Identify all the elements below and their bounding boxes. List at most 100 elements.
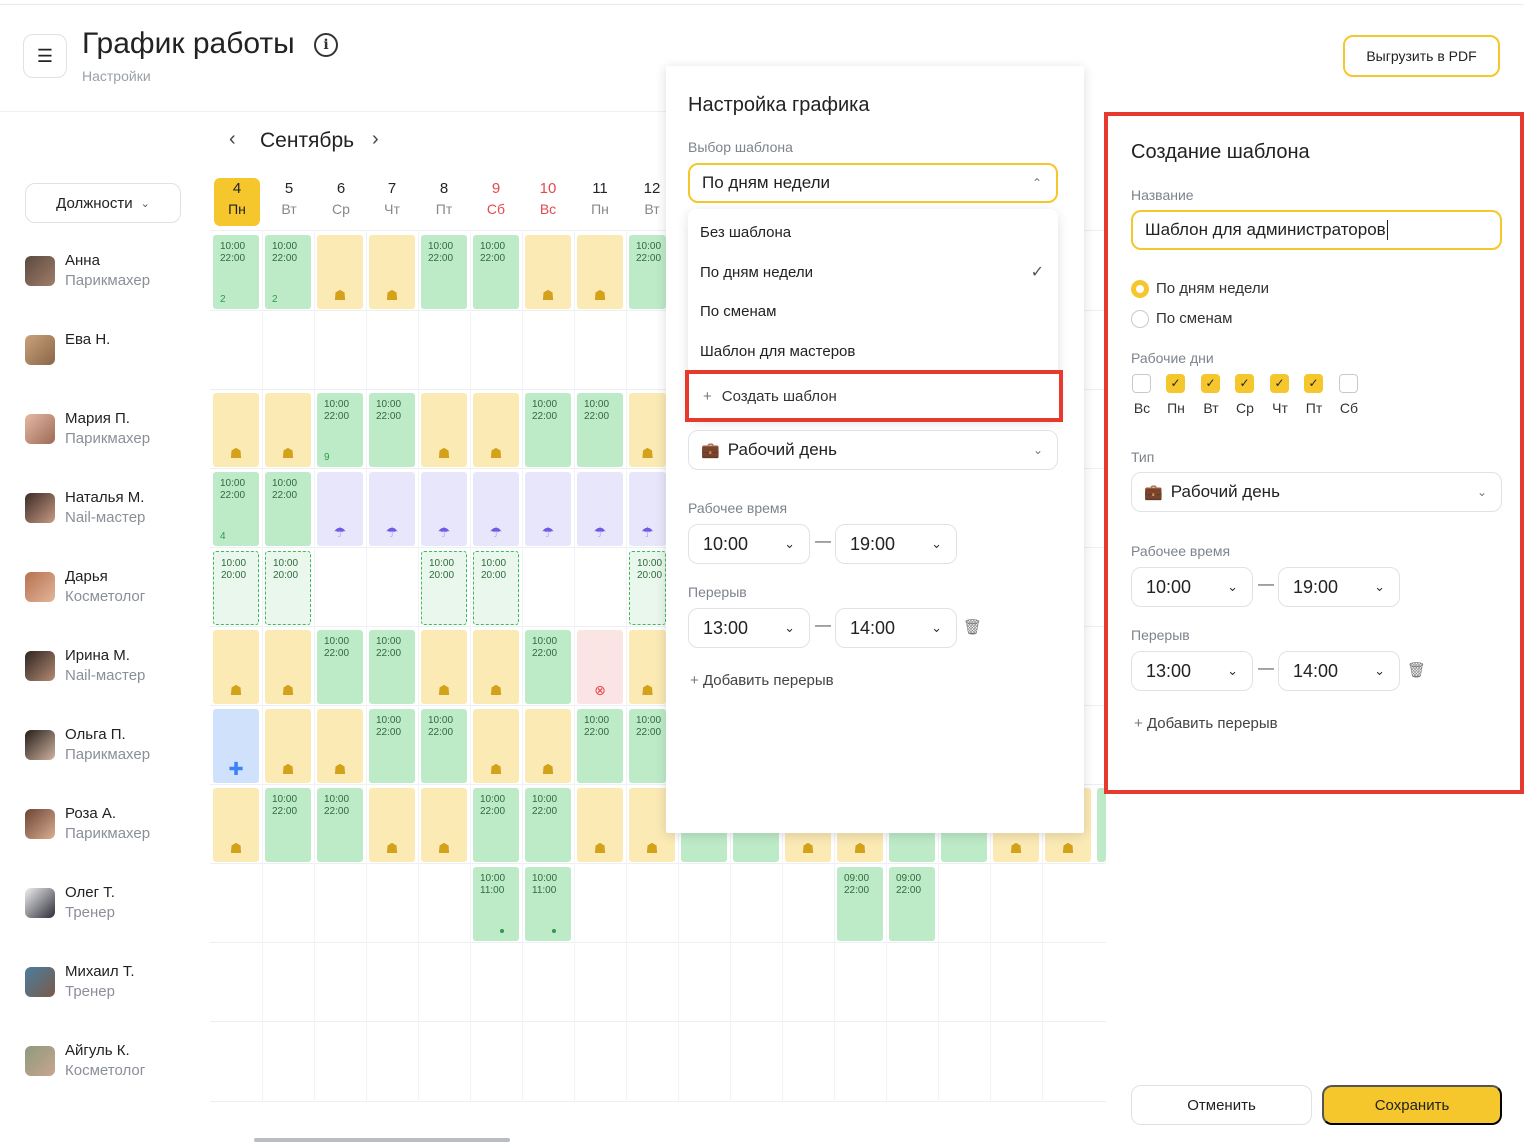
create-template-option[interactable]: + Создать шаблон xyxy=(685,370,1063,422)
work-start-select[interactable]: 10:00 ⌄ xyxy=(688,524,810,564)
planned-shift-cell[interactable]: 10:00 20:00 xyxy=(421,551,467,625)
shift-cell[interactable]: 10:00 22:00 xyxy=(525,630,571,704)
shift-cell[interactable]: 10:00 22:00 xyxy=(317,630,363,704)
info-icon[interactable]: i xyxy=(314,33,338,57)
shift-cell[interactable]: 09:00 22:00 xyxy=(889,867,935,941)
dropdown-option[interactable]: По дням недели xyxy=(700,264,813,281)
employee-row-header[interactable]: Михаил Т. Тренер xyxy=(25,953,205,1013)
day-off-cell[interactable]: ☗ xyxy=(473,393,519,467)
day-off-cell[interactable]: ☗ xyxy=(265,630,311,704)
day-off-cell[interactable]: ☗ xyxy=(525,709,571,783)
save-button[interactable]: Сохранить xyxy=(1322,1085,1502,1125)
shift-cell[interactable]: 10:00 22:00 xyxy=(265,788,311,862)
day-header[interactable]: 11 Пн xyxy=(577,178,623,226)
day-header[interactable]: 5 Вт xyxy=(266,178,312,226)
employee-row-header[interactable]: Айгуль К. Косметолог xyxy=(25,1032,205,1092)
planned-shift-cell[interactable]: 10:00 20:00 xyxy=(265,551,311,625)
cancel-button[interactable]: Отменить xyxy=(1131,1085,1312,1125)
employee-row-header[interactable]: Анна Парикмахер xyxy=(25,242,205,302)
employee-row-header[interactable]: Ева Н. xyxy=(25,321,205,381)
menu-button[interactable]: ☰ xyxy=(23,34,67,78)
shift-cell[interactable]: 10:00 22:00 xyxy=(629,709,666,783)
break-start-select[interactable]: 13:00 ⌄ xyxy=(688,608,810,648)
day-off-cell[interactable]: ☗ xyxy=(421,393,467,467)
day-off-cell[interactable]: ☗ xyxy=(421,630,467,704)
shift-cell[interactable]: 10:00 11:00 xyxy=(525,867,571,941)
employee-row-header[interactable]: Мария П. Парикмахер xyxy=(25,400,205,460)
day-off-cell[interactable]: ☗ xyxy=(629,630,666,704)
day-off-cell[interactable]: ☗ xyxy=(473,630,519,704)
employee-row-header[interactable]: Ирина М. Nail-мастер xyxy=(25,637,205,697)
planned-shift-cell[interactable]: 10:00 20:00 xyxy=(629,551,666,625)
day-off-cell[interactable]: ☗ xyxy=(577,788,623,862)
template-select[interactable]: По дням недели ⌃ xyxy=(688,163,1058,203)
shift-cell[interactable]: 10:00 22:00 2 xyxy=(265,235,311,309)
day-off-cell[interactable]: ☗ xyxy=(473,709,519,783)
employee-row-header[interactable]: Дарья Косметолог xyxy=(25,558,205,618)
breadcrumb[interactable]: Настройки xyxy=(82,68,151,84)
shift-cell[interactable]: 09:00 22:00 xyxy=(837,867,883,941)
shift-cell[interactable]: 10:00 22:00 xyxy=(473,235,519,309)
export-pdf-button[interactable]: Выгрузить в PDF xyxy=(1343,35,1500,77)
day-off-cell[interactable]: ☗ xyxy=(213,630,259,704)
day-off-cell[interactable]: ☗ xyxy=(317,709,363,783)
day-header[interactable]: 10 Вс xyxy=(525,178,571,226)
shift-cell[interactable]: 10:00 11:00 xyxy=(473,867,519,941)
shift-cell[interactable]: 10:00 22:00 xyxy=(369,709,415,783)
shift-cell[interactable]: 10:00 22:00 xyxy=(369,630,415,704)
vacation-cell[interactable]: ☂ xyxy=(421,472,467,546)
day-header[interactable]: 4 Пн xyxy=(214,178,260,226)
day-off-cell[interactable]: ☗ xyxy=(525,235,571,309)
trash-icon[interactable]: 🗑 xyxy=(963,618,982,636)
shift-cell[interactable]: 10:00 22:00 xyxy=(525,788,571,862)
day-off-cell[interactable]: ☗ xyxy=(265,709,311,783)
shift-cell[interactable]: 10:00 22:00 xyxy=(473,788,519,862)
day-type-select[interactable]: 💼 Рабочий день ⌄ xyxy=(688,430,1058,470)
day-header[interactable]: 7 Чт xyxy=(369,178,415,226)
work-end-select[interactable]: 19:00 ⌄ xyxy=(835,524,957,564)
sick-leave-cell[interactable]: ✚ xyxy=(213,709,259,783)
horizontal-scrollbar[interactable] xyxy=(254,1138,510,1142)
shift-cell[interactable]: 10:00 22:00 4 xyxy=(213,472,259,546)
positions-filter[interactable]: Должности ⌄ xyxy=(25,183,181,223)
add-break-button[interactable]: + Добавить перерыв xyxy=(690,672,834,689)
day-off-cell[interactable]: ☗ xyxy=(577,235,623,309)
shift-cell[interactable] xyxy=(1097,788,1106,862)
day-off-cell[interactable]: ☗ xyxy=(629,393,666,467)
employee-row-header[interactable]: Роза А. Парикмахер xyxy=(25,795,205,855)
break-end-select[interactable]: 14:00 ⌄ xyxy=(835,608,957,648)
shift-cell[interactable]: 10:00 22:00 xyxy=(421,709,467,783)
next-month-icon[interactable]: › xyxy=(372,128,379,151)
shift-cell[interactable]: 10:00 22:00 2 xyxy=(213,235,259,309)
day-header[interactable]: 6 Ср xyxy=(318,178,364,226)
day-header[interactable]: 9 Сб xyxy=(473,178,519,226)
shift-cell[interactable]: 10:00 22:00 xyxy=(317,788,363,862)
absence-cell[interactable]: ⊗ xyxy=(577,630,623,704)
vacation-cell[interactable]: ☂ xyxy=(577,472,623,546)
employee-row-header[interactable]: Наталья М. Nail-мастер xyxy=(25,479,205,539)
dropdown-option[interactable]: Без шаблона xyxy=(700,224,791,241)
shift-cell[interactable]: 10:00 22:00 xyxy=(577,709,623,783)
shift-cell[interactable]: 10:00 22:00 xyxy=(369,393,415,467)
day-off-cell[interactable]: ☗ xyxy=(369,788,415,862)
shift-cell[interactable]: 10:00 22:00 9 xyxy=(317,393,363,467)
day-off-cell[interactable]: ☗ xyxy=(213,788,259,862)
vacation-cell[interactable]: ☂ xyxy=(525,472,571,546)
shift-cell[interactable]: 10:00 22:00 xyxy=(525,393,571,467)
day-off-cell[interactable]: ☗ xyxy=(213,393,259,467)
vacation-cell[interactable]: ☂ xyxy=(317,472,363,546)
shift-cell[interactable]: 10:00 22:00 xyxy=(577,393,623,467)
day-off-cell[interactable]: ☗ xyxy=(317,235,363,309)
day-off-cell[interactable]: ☗ xyxy=(265,393,311,467)
day-off-cell[interactable]: ☗ xyxy=(369,235,415,309)
vacation-cell[interactable]: ☂ xyxy=(473,472,519,546)
employee-row-header[interactable]: Олег Т. Тренер xyxy=(25,874,205,934)
day-header[interactable]: 8 Пт xyxy=(421,178,467,226)
dropdown-option[interactable]: По сменам xyxy=(700,303,776,320)
shift-cell[interactable]: 10:00 22:00 xyxy=(421,235,467,309)
shift-cell[interactable]: 10:00 22:00 xyxy=(265,472,311,546)
dropdown-option[interactable]: Шаблон для мастеров xyxy=(700,343,855,360)
planned-shift-cell[interactable]: 10:00 20:00 xyxy=(473,551,519,625)
vacation-cell[interactable]: ☂ xyxy=(629,472,666,546)
shift-cell[interactable]: 10:00 22:00 xyxy=(629,235,666,309)
